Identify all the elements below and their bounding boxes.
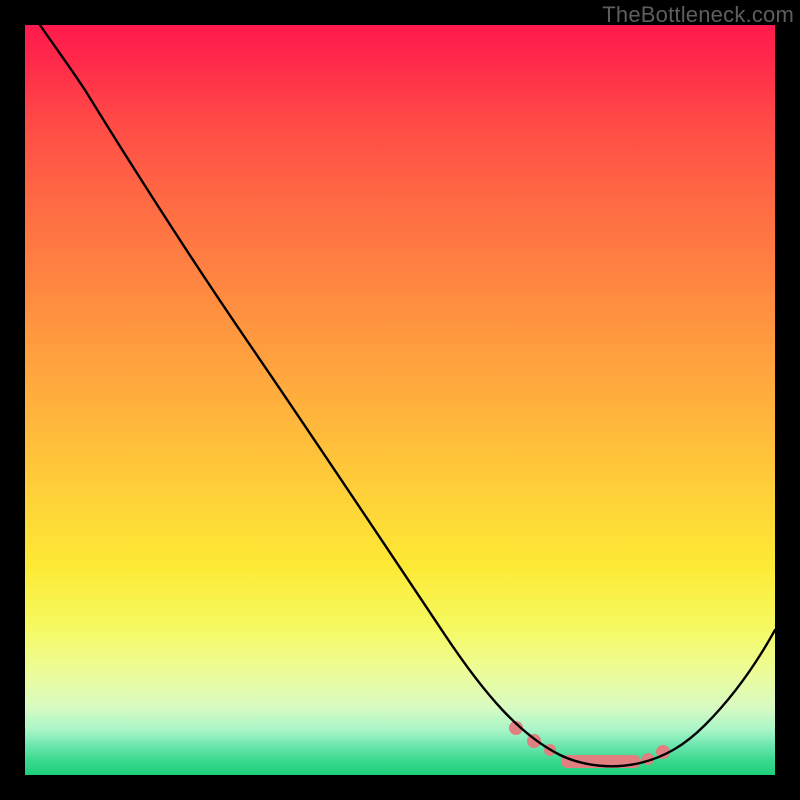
curve-svg xyxy=(25,25,775,775)
plot-area xyxy=(25,25,775,775)
main-curve xyxy=(40,25,775,766)
chart-stage: TheBottleneck.com xyxy=(0,0,800,800)
